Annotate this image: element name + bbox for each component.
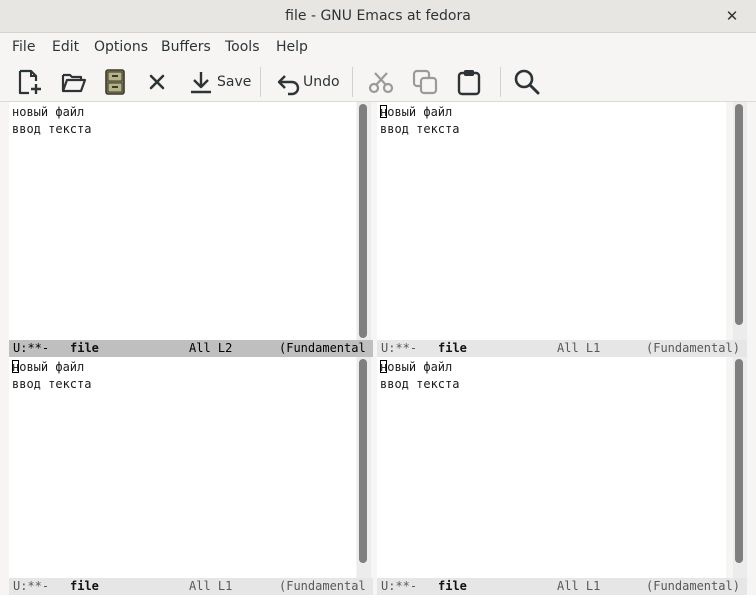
editor-window-bottom-right[interactable]: новый файл ввод текста	[377, 357, 726, 578]
copy-icon	[412, 69, 438, 95]
menu-edit[interactable]: Edit	[52, 39, 79, 55]
mode-line-inactive[interactable]: U:**- file All L1 (Fundamental	[9, 578, 373, 595]
modeline-position: All L1	[557, 579, 601, 593]
modeline-status: U:**-	[13, 341, 50, 355]
buffer-text: новый файл ввод текста	[380, 359, 459, 393]
search-icon	[514, 69, 540, 95]
modeline-buffer-name[interactable]: file	[70, 340, 99, 357]
tool-bar: Save Undo	[0, 61, 756, 102]
modeline-buffer-name[interactable]: file	[438, 578, 467, 595]
title-bar[interactable]: file - GNU Emacs at fedora ✕	[0, 0, 756, 33]
toolbar-separator	[260, 67, 261, 97]
buffer-line: ввод текста	[12, 122, 92, 136]
menu-buffers[interactable]: Buffers	[161, 39, 211, 55]
buffer-line: ввод текста	[380, 122, 460, 136]
buffer-line: новый файл	[380, 105, 453, 119]
search-button[interactable]	[513, 67, 541, 97]
new-file-button[interactable]	[16, 67, 44, 97]
scrollbar[interactable]	[733, 357, 747, 578]
undo-label: Undo	[303, 74, 340, 90]
window-title: file - GNU Emacs at fedora	[285, 8, 471, 24]
scrollbar-thumb[interactable]	[735, 359, 743, 563]
scrollbar-thumb[interactable]	[735, 104, 743, 325]
mode-line-inactive[interactable]: U:**- file All L1 (Fundamental)	[377, 578, 747, 595]
modeline-status: U:**-	[381, 341, 418, 355]
menu-help[interactable]: Help	[276, 39, 308, 55]
menu-tools[interactable]: Tools	[225, 39, 260, 55]
scrollbar[interactable]	[357, 102, 371, 340]
modeline-major-mode[interactable]: (Fundamental)	[646, 340, 740, 357]
buffer-text: новый файл ввод текста	[380, 104, 459, 138]
dired-button[interactable]	[104, 67, 126, 97]
mode-line-active[interactable]: U:**- file All L2 (Fundamental	[9, 340, 373, 357]
toolbar-separator	[500, 67, 501, 97]
mode-line-inactive[interactable]: U:**- file All L1 (Fundamental)	[377, 340, 747, 357]
paste-button[interactable]	[455, 67, 483, 97]
editor-window-top-right[interactable]: новый файл ввод текста	[377, 102, 726, 340]
copy-button[interactable]	[411, 67, 439, 97]
editor-window-top-left[interactable]: новый файл ввод текста	[9, 102, 356, 340]
modeline-status: U:**-	[13, 579, 50, 593]
minibuffer[interactable]	[0, 595, 756, 615]
menu-bar: File Edit Options Buffers Tools Help	[0, 34, 756, 61]
modeline-position: All L1	[557, 341, 601, 355]
buffer-line: ввод текста	[12, 377, 92, 391]
kill-buffer-button[interactable]	[146, 67, 168, 97]
modeline-position: All L1	[189, 579, 233, 593]
modeline-buffer-name[interactable]: file	[438, 340, 467, 357]
cut-button[interactable]	[367, 67, 395, 97]
buffer-line: новый файл	[12, 360, 85, 374]
undo-button[interactable]: Undo	[275, 67, 340, 97]
modeline-status: U:**-	[381, 579, 418, 593]
modeline-major-mode[interactable]: (Fundamental)	[646, 578, 740, 595]
close-icon	[149, 74, 165, 90]
buffer-line: новый файл	[12, 105, 85, 119]
menu-file[interactable]: File	[12, 39, 35, 55]
modeline-position: All L2	[189, 341, 233, 355]
scrollbar-thumb[interactable]	[359, 359, 367, 563]
open-file-button[interactable]	[60, 67, 88, 97]
paste-icon	[457, 70, 481, 96]
undo-icon	[277, 75, 300, 96]
scrollbar[interactable]	[733, 102, 747, 340]
buffer-text: новый файл ввод текста	[12, 359, 91, 393]
cut-icon	[368, 72, 394, 94]
toolbar-separator	[352, 67, 353, 97]
save-icon	[191, 72, 211, 94]
scrollbar-thumb[interactable]	[359, 104, 367, 338]
scrollbar[interactable]	[357, 357, 371, 578]
menu-options[interactable]: Options	[94, 39, 148, 55]
emacs-window: file - GNU Emacs at fedora ✕ File Edit O…	[0, 0, 756, 615]
modeline-major-mode[interactable]: (Fundamental	[279, 340, 366, 357]
modeline-major-mode[interactable]: (Fundamental	[279, 578, 366, 595]
close-icon[interactable]: ✕	[722, 6, 742, 26]
modeline-buffer-name[interactable]: file	[70, 578, 99, 595]
buffer-text: новый файл ввод текста	[12, 104, 91, 138]
buffer-line: ввод текста	[380, 377, 460, 391]
open-folder-icon	[61, 73, 87, 93]
new-file-icon	[18, 69, 41, 95]
save-label: Save	[217, 74, 252, 90]
save-button[interactable]: Save	[188, 67, 251, 97]
dired-cabinet-icon	[105, 69, 125, 95]
buffer-line: новый файл	[380, 360, 453, 374]
editor-window-bottom-left[interactable]: новый файл ввод текста	[9, 357, 356, 578]
